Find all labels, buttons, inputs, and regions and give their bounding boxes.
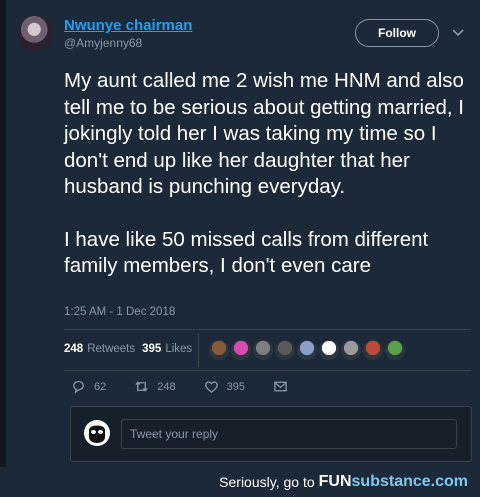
tweet-paragraph: My aunt called me 2 wish me HNM and also… xyxy=(64,69,464,198)
like-action[interactable]: 395 xyxy=(204,379,245,394)
author-name[interactable]: Nwunye chairman xyxy=(64,17,192,34)
follow-button[interactable]: Follow xyxy=(355,19,439,47)
like-count: 395 xyxy=(226,380,245,393)
divider xyxy=(64,370,471,371)
liker-avatar[interactable] xyxy=(253,340,273,360)
retweets-label: Retweets xyxy=(87,343,136,355)
tweet-paragraph: I have like 50 missed calls from differe… xyxy=(64,227,429,278)
site-footer: Seriously, go to FUNsubstance.com xyxy=(0,467,480,497)
divider xyxy=(64,329,471,330)
tweet-stats: 248 Retweets 395 Likes xyxy=(64,343,192,355)
retweet-action[interactable]: 248 xyxy=(134,379,176,394)
author-handle[interactable]: @Amyjenny68 xyxy=(64,36,142,50)
likes-stat[interactable]: 395 Likes xyxy=(142,343,192,355)
chevron-down-icon[interactable] xyxy=(451,27,465,39)
reply-input[interactable] xyxy=(121,419,457,449)
brand-logo[interactable]: FUNsubstance.com xyxy=(319,473,468,491)
tweet-text: My aunt called me 2 wish me HNM and also… xyxy=(64,68,469,306)
user-avatar xyxy=(84,420,110,446)
retweet-count: 248 xyxy=(157,380,176,393)
liker-avatar[interactable] xyxy=(231,340,251,360)
brand-rest: substance xyxy=(351,473,431,490)
footer-text: Seriously, go to xyxy=(219,474,315,490)
heart-icon xyxy=(204,381,218,393)
liker-avatar[interactable] xyxy=(341,340,361,360)
likes-label: Likes xyxy=(165,343,193,355)
likes-count: 395 xyxy=(142,343,162,355)
brand-fun: FUN xyxy=(318,473,352,490)
tweet-card: Nwunye chairman @Amyjenny68 Follow My au… xyxy=(0,0,480,467)
liker-avatar[interactable] xyxy=(209,340,229,360)
retweet-icon xyxy=(135,381,148,392)
liker-avatar[interactable] xyxy=(319,340,339,360)
retweets-count: 248 xyxy=(64,343,84,355)
reply-icon xyxy=(73,380,84,394)
reply-count: 62 xyxy=(94,380,107,393)
likers-avatars xyxy=(209,340,405,360)
message-action[interactable] xyxy=(273,379,288,394)
retweets-stat[interactable]: 248 Retweets xyxy=(64,343,135,355)
stats-divider xyxy=(198,333,199,367)
liker-avatar[interactable] xyxy=(297,340,317,360)
reply-action[interactable]: 62 xyxy=(71,379,106,394)
envelope-icon xyxy=(274,381,287,392)
brand-tld: .com xyxy=(430,473,468,490)
tweet-timestamp[interactable]: 1:25 AM - 1 Dec 2018 xyxy=(64,306,175,318)
liker-avatar[interactable] xyxy=(275,340,295,360)
liker-avatar[interactable] xyxy=(363,340,383,360)
tweet-actions: 62 248 395 xyxy=(71,379,316,394)
skull-mask-icon xyxy=(89,425,105,443)
liker-avatar[interactable] xyxy=(385,340,405,360)
author-avatar[interactable] xyxy=(18,15,54,51)
reply-composer xyxy=(70,406,472,462)
